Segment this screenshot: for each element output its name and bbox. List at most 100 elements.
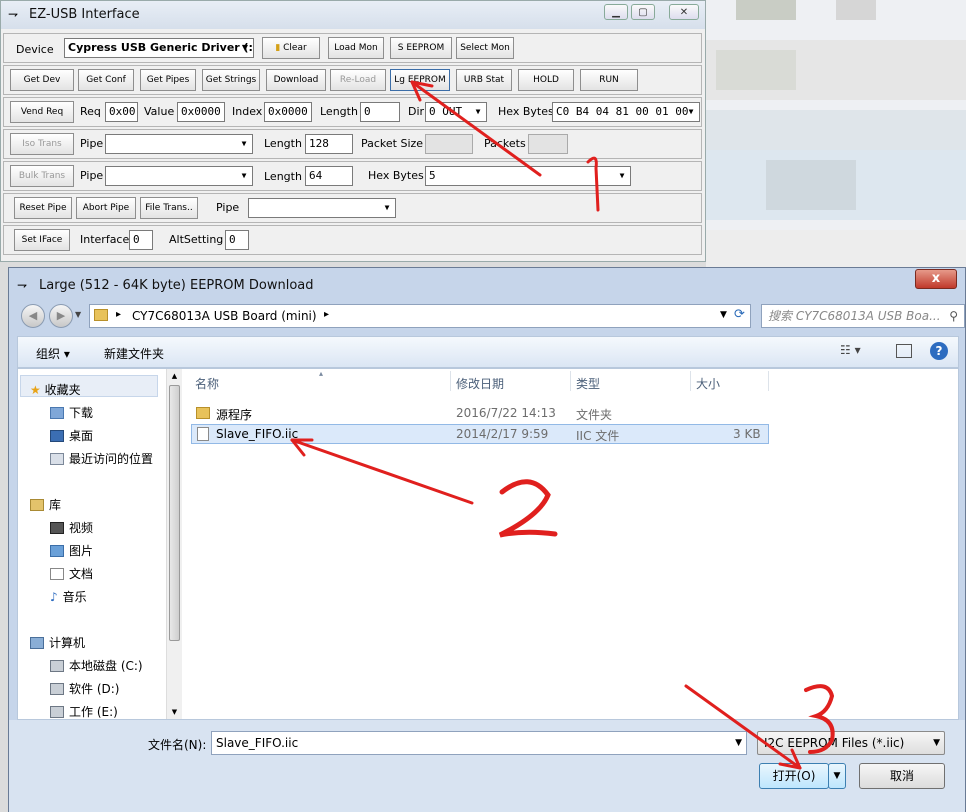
- get-pipes-button[interactable]: Get Pipes: [140, 69, 196, 91]
- address-path[interactable]: CY7C68013A USB Board (mini): [132, 309, 317, 323]
- iso-trans-button[interactable]: Iso Trans: [10, 133, 74, 155]
- cancel-button[interactable]: 取消: [859, 763, 945, 789]
- value-field[interactable]: 0x0000: [177, 102, 225, 122]
- back-arrow-icon[interactable]: ◀: [21, 304, 45, 328]
- bulk-pipe-select[interactable]: ▼: [105, 166, 253, 186]
- abort-pipe-button[interactable]: Abort Pipe: [76, 197, 136, 219]
- nav-videos[interactable]: 视频: [50, 519, 93, 536]
- library-icon: [30, 499, 44, 511]
- run-button[interactable]: RUN: [580, 69, 638, 91]
- chevron-down-icon: ▼: [475, 107, 481, 116]
- reset-pipe-button[interactable]: Reset Pipe: [14, 197, 72, 219]
- column-date[interactable]: 修改日期: [456, 375, 504, 392]
- column-type[interactable]: 类型: [576, 375, 600, 392]
- urb-stat-button[interactable]: URB Stat: [456, 69, 512, 91]
- nav-pictures[interactable]: 图片: [50, 542, 93, 559]
- packets-field[interactable]: [528, 134, 568, 154]
- file-date: 2014/2/17 9:59: [456, 427, 549, 441]
- file-trans-button[interactable]: File Trans..: [140, 197, 198, 219]
- search-input[interactable]: 搜索 CY7C68013A USB Boa... ⚲: [761, 304, 965, 328]
- alt-setting-field[interactable]: 0: [225, 230, 249, 250]
- filename-label: 文件名(N):: [148, 738, 207, 752]
- maximize-button[interactable]: ▢: [631, 4, 655, 20]
- open-button[interactable]: 打开(O): [759, 763, 829, 789]
- nav-disk-e[interactable]: 工作 (E:): [50, 703, 118, 720]
- interface-field[interactable]: 0: [129, 230, 153, 250]
- refresh-icon[interactable]: ⟳: [734, 307, 745, 322]
- packet-size-field[interactable]: [425, 134, 473, 154]
- command-row: Get Dev Get Conf Get Pipes Get Strings D…: [3, 65, 702, 95]
- new-folder-button[interactable]: 新建文件夹: [104, 345, 164, 362]
- get-conf-button[interactable]: Get Conf: [78, 69, 134, 91]
- s-eeprom-button[interactable]: S EEPROM: [390, 37, 452, 59]
- file-name: 源程序: [216, 408, 253, 422]
- nav-recent[interactable]: 最近访问的位置: [50, 450, 153, 467]
- index-label: Index: [232, 105, 263, 118]
- iso-pipe-select[interactable]: ▼: [105, 134, 253, 154]
- device-select[interactable]: Cypress USB Generic Driver (: ▼: [64, 38, 254, 58]
- pipe-row-select[interactable]: ▼: [248, 198, 396, 218]
- open-dropdown-icon[interactable]: ▼: [828, 763, 846, 789]
- nav-documents[interactable]: 文档: [50, 565, 93, 582]
- get-strings-button[interactable]: Get Strings: [202, 69, 260, 91]
- nav-disk-d[interactable]: 软件 (D:): [50, 680, 119, 697]
- close-icon[interactable]: ✕: [669, 4, 699, 20]
- bulk-length-field[interactable]: 64: [305, 166, 353, 186]
- scroll-up-icon[interactable]: ▲: [167, 369, 182, 383]
- vend-req-button[interactable]: Vend Req: [10, 101, 74, 123]
- filename-input[interactable]: Slave_FIFO.iic ▼: [211, 731, 747, 755]
- blurred-background: [706, 0, 966, 270]
- lg-eeprom-button[interactable]: Lg EEPROM: [390, 69, 450, 91]
- bulk-hex-select[interactable]: 5 ▼: [425, 166, 631, 186]
- column-name[interactable]: 名称: [195, 375, 219, 392]
- column-size[interactable]: 大小: [696, 375, 720, 392]
- download-button[interactable]: Download: [266, 69, 326, 91]
- chevron-down-icon: ▼: [933, 738, 940, 748]
- get-dev-button[interactable]: Get Dev: [10, 69, 74, 91]
- iso-length-field[interactable]: 128: [305, 134, 353, 154]
- nav-computer[interactable]: 计算机: [30, 634, 85, 651]
- table-row-selected[interactable]: Slave_FIFO.iic 2014/2/17 9:59 IIC 文件 3 K…: [191, 424, 769, 444]
- nav-disk-c[interactable]: 本地磁盘 (C:): [50, 657, 143, 674]
- nav-desktop[interactable]: 桌面: [50, 427, 93, 444]
- vend-length-field[interactable]: 0: [360, 102, 400, 122]
- nav-libraries[interactable]: 库: [30, 496, 61, 513]
- vend-hex-select[interactable]: C0 B4 04 81 00 01 00 ▼: [552, 102, 700, 122]
- scroll-down-icon[interactable]: ▼: [167, 705, 182, 719]
- nav-downloads[interactable]: 下载: [50, 404, 93, 421]
- breadcrumb-separator-icon: ▸: [116, 309, 122, 320]
- minimize-button[interactable]: ▁: [604, 4, 628, 20]
- scroll-thumb[interactable]: [169, 385, 180, 641]
- clear-button[interactable]: ▮ Clear: [262, 37, 320, 59]
- nav-favorites[interactable]: ★ 收藏夹: [30, 381, 81, 398]
- view-options-icon[interactable]: ☷ ▾: [840, 343, 861, 357]
- req-field[interactable]: 0x00: [105, 102, 138, 122]
- nav-music[interactable]: ♪ 音乐: [50, 588, 87, 605]
- help-icon[interactable]: ?: [930, 342, 948, 360]
- load-mon-button[interactable]: Load Mon: [328, 37, 384, 59]
- table-row[interactable]: 源程序 2016/7/22 14:13 文件夹: [191, 403, 769, 423]
- filetype-select[interactable]: I2C EEPROM Files (*.iic) ▼: [757, 731, 945, 755]
- organize-menu[interactable]: 组织 ▾: [36, 345, 70, 362]
- address-dropdown-icon[interactable]: ▼: [720, 310, 727, 320]
- address-bar[interactable]: ▸ CY7C68013A USB Board (mini) ▸ ▼ ⟳: [89, 304, 751, 328]
- dir-select[interactable]: 0 OUT ▼: [425, 102, 487, 122]
- downloads-folder-icon: [50, 407, 64, 419]
- nav-scrollbar[interactable]: ▲ ▼: [166, 369, 182, 719]
- navigation-pane: ★ 收藏夹 下载 桌面 最近访问的位置 库 视频 图片 文档 ♪ 音乐 计算机 本…: [17, 368, 182, 720]
- eeprom-download-dialog: ⇁ Large (512 - 64K byte) EEPROM Download…: [8, 267, 966, 812]
- dialog-close-button[interactable]: x: [915, 269, 957, 289]
- hold-button[interactable]: HOLD: [518, 69, 574, 91]
- bulk-trans-button[interactable]: Bulk Trans: [10, 165, 74, 187]
- value-label: Value: [144, 105, 175, 118]
- dir-label: Dir: [408, 105, 425, 118]
- reload-button[interactable]: Re-Load: [330, 69, 386, 91]
- forward-arrow-icon[interactable]: ▶: [49, 304, 73, 328]
- interface-label: Interface: [80, 233, 130, 246]
- select-mon-button[interactable]: Select Mon: [456, 37, 514, 59]
- index-field[interactable]: 0x0000: [264, 102, 312, 122]
- iso-length-label: Length: [264, 137, 302, 150]
- set-iface-button[interactable]: Set IFace: [14, 229, 70, 251]
- recent-pages-icon[interactable]: ▼: [75, 310, 81, 319]
- preview-pane-icon[interactable]: [896, 344, 912, 358]
